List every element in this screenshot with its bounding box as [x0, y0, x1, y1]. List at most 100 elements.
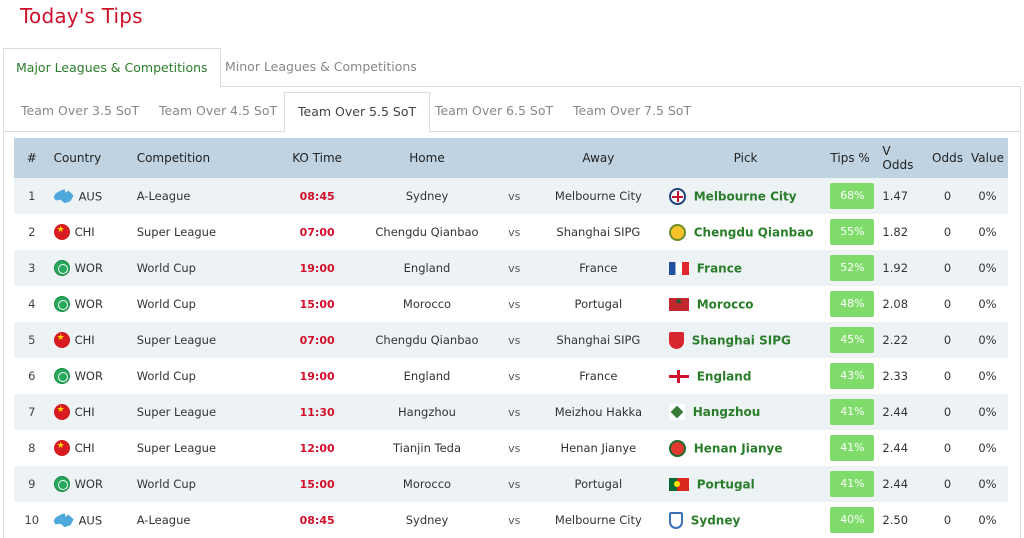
tab-team-over-5-5-sot[interactable]: Team Over 5.5 SoT — [284, 92, 431, 133]
ko-time-cell: 08:45 — [277, 502, 358, 538]
home-team: Sydney — [405, 513, 449, 527]
tips-pct-badge: 68% — [830, 183, 875, 209]
china-flag-icon — [53, 440, 70, 456]
odds: 0 — [943, 405, 952, 419]
v-odds: 1.82 — [882, 225, 909, 239]
vs-label: vs — [508, 442, 521, 455]
home-team: Morocco — [402, 477, 452, 491]
vs-cell: vs — [497, 214, 532, 250]
table-row[interactable]: 2 CHI Super League 07:00 Chengdu Qianbao vs Sh… — [14, 214, 1008, 250]
away-team: Melbourne City — [554, 513, 642, 527]
tab-team-over-6-5-sot[interactable]: Team Over 6.5 SoT — [422, 92, 566, 133]
pick-name[interactable]: Hangzhou — [693, 405, 761, 419]
vs-label: vs — [508, 298, 521, 311]
tab-team-over-7-5-sot[interactable]: Team Over 7.5 SoT — [560, 92, 704, 133]
value: 0% — [978, 225, 997, 239]
header-tips-pct[interactable]: Tips % — [826, 138, 878, 178]
header-num[interactable]: # — [14, 138, 50, 178]
country-code: WOR — [74, 297, 103, 311]
country-code: CHI — [74, 225, 95, 239]
china-flag-icon — [53, 404, 70, 420]
away-team: Portugal — [574, 477, 623, 491]
vs-label: vs — [508, 370, 521, 383]
home-team: Chengdu Qianbao — [375, 225, 479, 239]
tips-table-body: 1 AUS A-League 08:45 Sydney vs Melbourne City M… — [14, 178, 1008, 538]
header-vs-spacer — [497, 138, 532, 178]
country-cell: CHI — [50, 214, 133, 250]
pick-cell: England — [665, 358, 827, 394]
country-code: CHI — [74, 333, 95, 347]
table-row[interactable]: 1 AUS A-League 08:45 Sydney vs Melbourne City M… — [14, 178, 1008, 214]
country-cell: WOR — [50, 466, 133, 502]
pick-cell: France — [665, 250, 827, 286]
ko-time: 11:30 — [299, 406, 335, 419]
odds: 0 — [943, 189, 952, 203]
country-cell: AUS — [50, 502, 133, 538]
pick-name[interactable]: Melbourne City — [694, 189, 797, 203]
ko-time: 19:00 — [299, 262, 335, 275]
tips-pct-cell: 55% — [826, 214, 878, 250]
table-row[interactable]: 4 WOR World Cup 15:00 Morocco vs Portugal Moroc… — [14, 286, 1008, 322]
row-num: 1 — [28, 189, 36, 203]
value: 0% — [978, 477, 997, 491]
table-row[interactable]: 8 CHI Super League 12:00 Tianjin Teda vs Henan… — [14, 430, 1008, 466]
world-globe-icon — [53, 476, 70, 492]
pick-name[interactable]: Portugal — [697, 477, 755, 491]
vs-label: vs — [508, 262, 521, 275]
tab-minor-leagues[interactable]: Minor Leagues & Competitions — [213, 48, 429, 88]
competition: World Cup — [136, 261, 196, 275]
tips-pct-cell: 40% — [826, 502, 878, 538]
pick-name[interactable]: Chengdu Qianbao — [694, 225, 814, 239]
table-header-row: # Country Competition KO Time Home Away … — [14, 138, 1008, 178]
header-pick[interactable]: Pick — [665, 138, 827, 178]
tips-pct-cell: 68% — [826, 178, 878, 214]
ko-time-cell: 08:45 — [277, 178, 358, 214]
odds: 0 — [943, 369, 952, 383]
country-cell: WOR — [50, 250, 133, 286]
tips-pct-badge: 40% — [830, 507, 875, 533]
header-odds[interactable]: Odds — [928, 138, 967, 178]
england-flag-icon — [668, 369, 689, 383]
away-team: France — [579, 261, 618, 275]
ko-time: 15:00 — [299, 478, 335, 491]
pick-name[interactable]: France — [697, 261, 742, 275]
table-row[interactable]: 9 WOR World Cup 15:00 Morocco vs Portugal Portu… — [14, 466, 1008, 502]
header-v-odds[interactable]: V Odds — [878, 138, 928, 178]
header-home[interactable]: Home — [357, 138, 496, 178]
country-cell: CHI — [50, 430, 133, 466]
tips-pct-badge: 55% — [830, 219, 875, 245]
row-num: 2 — [28, 225, 36, 239]
pick-name[interactable]: Shanghai SIPG — [692, 333, 791, 347]
vs-label: vs — [508, 190, 521, 203]
tab-team-over-4-5-sot[interactable]: Team Over 4.5 SoT — [146, 92, 290, 133]
tips-pct-badge: 43% — [830, 363, 875, 389]
pick-name[interactable]: Henan Jianye — [694, 441, 783, 455]
tips-pct-cell: 41% — [826, 394, 878, 430]
header-value[interactable]: Value — [967, 138, 1008, 178]
country-code: AUS — [78, 189, 103, 204]
tips-pct-badge: 41% — [830, 471, 875, 497]
country-code: CHI — [74, 405, 95, 419]
pick-name[interactable]: Sydney — [691, 513, 741, 527]
pick-name[interactable]: Morocco — [697, 297, 754, 311]
tab-team-over-3-5-sot[interactable]: Team Over 3.5 SoT — [8, 92, 152, 133]
ko-time: 08:45 — [299, 514, 335, 527]
league-tabs: Major Leagues & Competitions Minor Leagu… — [3, 48, 1021, 88]
odds: 0 — [943, 477, 952, 491]
table-row[interactable]: 7 CHI Super League 11:30 Hangzhou vs Meizhou H… — [14, 394, 1008, 430]
table-row[interactable]: 3 WOR World Cup 19:00 England vs France France 5… — [14, 250, 1008, 286]
header-away[interactable]: Away — [532, 138, 665, 178]
odds: 0 — [943, 333, 952, 347]
pick-name[interactable]: England — [697, 369, 752, 383]
header-ko-time[interactable]: KO Time — [277, 138, 358, 178]
competition: World Cup — [136, 297, 196, 311]
v-odds: 2.33 — [882, 369, 909, 383]
header-country[interactable]: Country — [50, 138, 133, 178]
table-row[interactable]: 5 CHI Super League 07:00 Chengdu Qianbao vs Sh… — [14, 322, 1008, 358]
header-competition[interactable]: Competition — [133, 138, 277, 178]
table-row[interactable]: 10 AUS A-League 08:45 Sydney vs Melbourne City… — [14, 502, 1008, 538]
tab-major-leagues[interactable]: Major Leagues & Competitions — [3, 48, 221, 88]
table-row[interactable]: 6 WOR World Cup 19:00 England vs France England… — [14, 358, 1008, 394]
pick-cell: Morocco — [665, 286, 827, 322]
value: 0% — [978, 369, 997, 383]
